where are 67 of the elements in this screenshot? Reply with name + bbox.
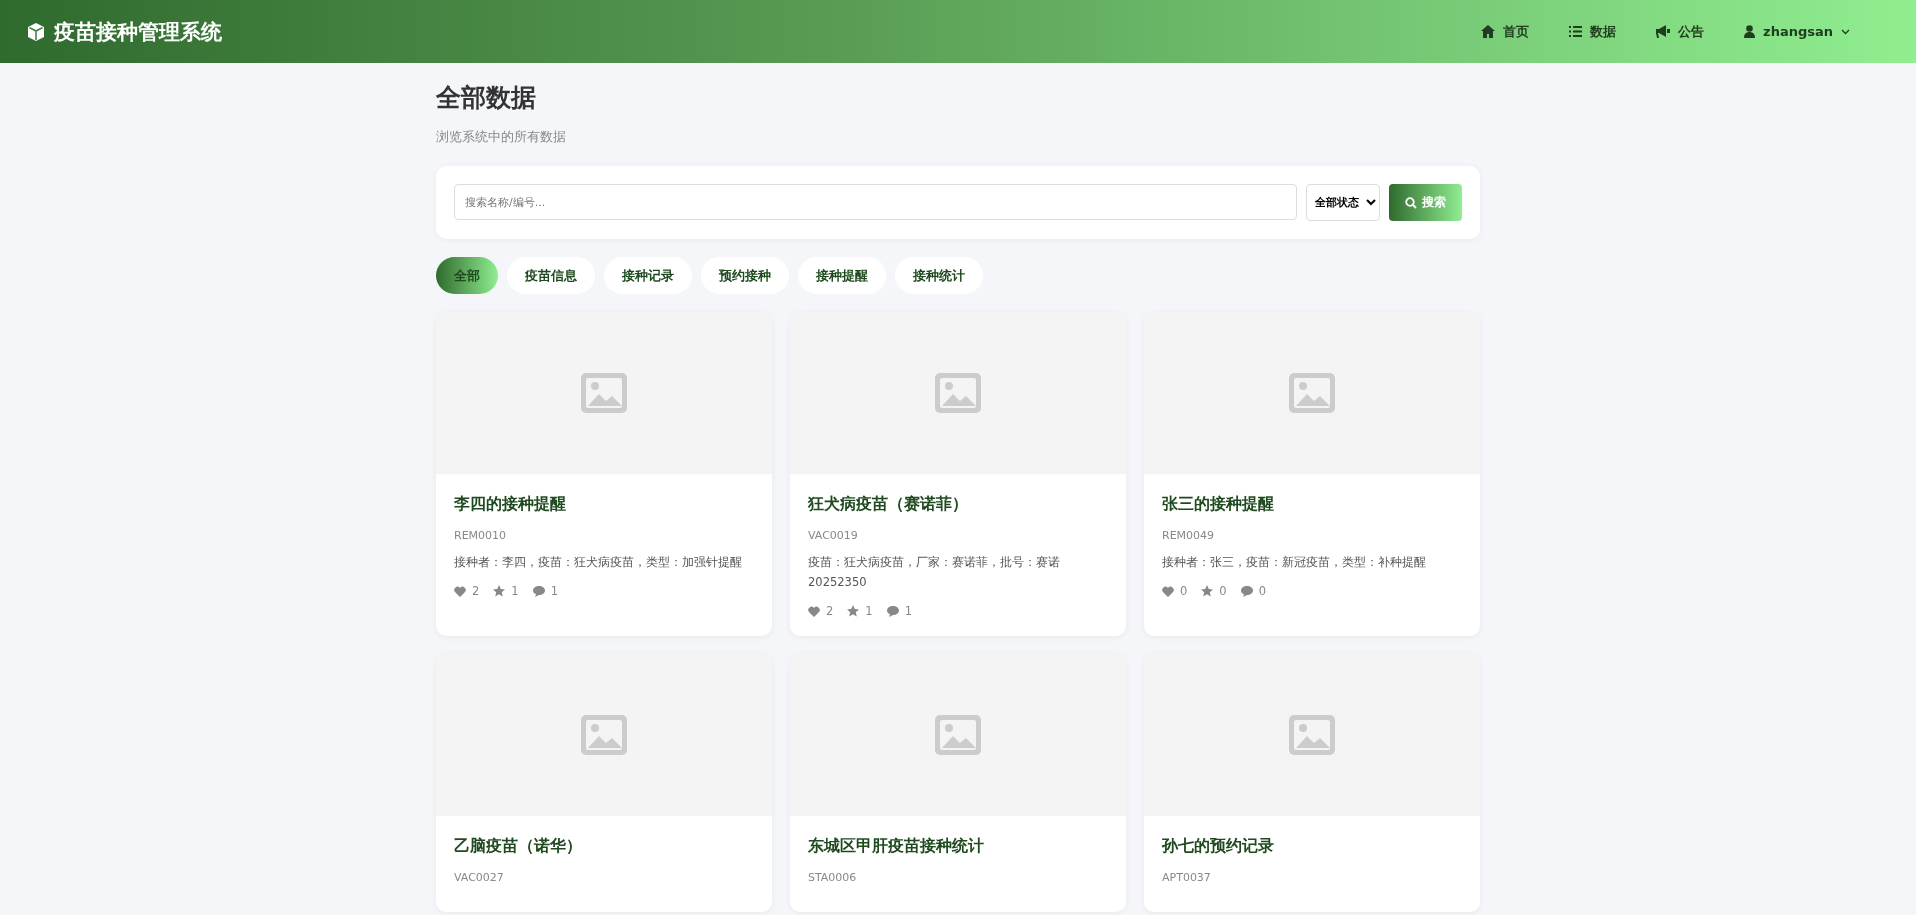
favorite-count: 0 [1219,584,1227,598]
nav-link[interactable]: 公告 [1656,22,1705,41]
filter-tab[interactable]: 疫苗信息 [507,257,595,294]
heart-icon [1162,585,1174,597]
comment-icon [1240,585,1253,597]
nav-link[interactable]: zhangsan [1744,22,1850,41]
filter-tab[interactable]: 接种提醒 [798,257,886,294]
home-icon [1481,25,1496,38]
data-card[interactable]: 孙七的预约记录 APT0037 [1144,654,1480,912]
comment-count: 0 [1258,584,1266,598]
image-placeholder-icon [935,373,981,413]
data-card[interactable]: 狂犬病疫苗（赛诺菲） VAC0019 疫苗：狂犬病疫苗，厂家：赛诺菲，批号：赛诺20252350 2 1 1 [790,312,1126,636]
star-icon [493,585,506,597]
search-icon [1405,196,1417,209]
list-icon [1569,26,1583,37]
filter-tab[interactable]: 接种记录 [604,257,692,294]
card-title: 东城区甲肝疫苗接种统计 [808,836,985,857]
data-card[interactable]: 东城区甲肝疫苗接种统计 STA0006 [790,654,1126,912]
image-placeholder-icon [581,373,627,413]
card-code: STA0006 [808,871,858,884]
data-card[interactable]: 张三的接种提醒 REM0049 接种者：张三，疫苗：新冠疫苗，类型：补种提醒 0 0 0 [1144,312,1480,636]
card-code: VAC0019 [808,529,859,542]
like-count: 2 [826,604,834,618]
image-placeholder-icon [1289,373,1335,413]
favorite-count: 1 [511,584,519,598]
card-code: VAC0027 [454,871,505,884]
filter-tab[interactable]: 全部 [436,257,498,294]
card-code: REM0010 [454,529,508,542]
card-code: APT0037 [1162,871,1212,884]
comment-icon [532,585,545,597]
image-placeholder-icon [935,715,981,755]
image-placeholder-icon [581,715,627,755]
card-code: REM0049 [1162,529,1216,542]
card-description: 接种者：李四，疫苗：狂犬病疫苗，类型：加强针提醒 [454,554,743,571]
nav-link[interactable]: 首页 [1481,22,1530,41]
star-icon [1201,585,1214,597]
page-subtitle: 浏览系统中的所有数据 [436,128,567,146]
card-title: 孙七的预约记录 [1162,836,1275,857]
star-icon [847,605,860,617]
filter-tab[interactable]: 预约接种 [701,257,789,294]
card-title: 张三的接种提醒 [1162,494,1275,515]
page-title: 全部数据 [436,82,537,114]
card-title: 乙脑疫苗（诺华） [454,836,583,857]
status-dropdown[interactable]: 全部状态 [1306,184,1380,221]
image-placeholder-icon [1289,715,1335,755]
search-field[interactable]: 搜索名称/编号... [454,184,1297,220]
chevron-down-icon [1841,28,1850,35]
card-description: 疫苗：狂犬病疫苗，厂家：赛诺菲，批号：赛诺20252350 [808,554,1061,591]
heart-icon [808,605,820,617]
comment-count: 1 [904,604,912,618]
like-count: 2 [472,584,480,598]
cube-icon [26,21,46,42]
comment-count: 1 [550,584,558,598]
filter-tab[interactable]: 接种统计 [895,257,983,294]
data-card[interactable]: 乙脑疫苗（诺华） VAC0027 [436,654,772,912]
heart-icon [454,585,466,597]
favorite-count: 1 [865,604,873,618]
card-title: 李四的接种提醒 [454,494,567,515]
app-title: 疫苗接种管理系统 [54,18,222,46]
nav-link[interactable]: 数据 [1569,22,1617,41]
comment-icon [886,605,899,617]
card-description: 接种者：张三，疫苗：新冠疫苗，类型：补种提醒 [1162,554,1427,571]
data-card[interactable]: 李四的接种提醒 REM0010 接种者：李四，疫苗：狂犬病疫苗，类型：加强针提醒 2 1 1 [436,312,772,636]
user-icon [1744,25,1756,38]
like-count: 0 [1180,584,1188,598]
megaphone-icon [1656,25,1671,38]
card-title: 狂犬病疫苗（赛诺菲） [808,494,969,515]
